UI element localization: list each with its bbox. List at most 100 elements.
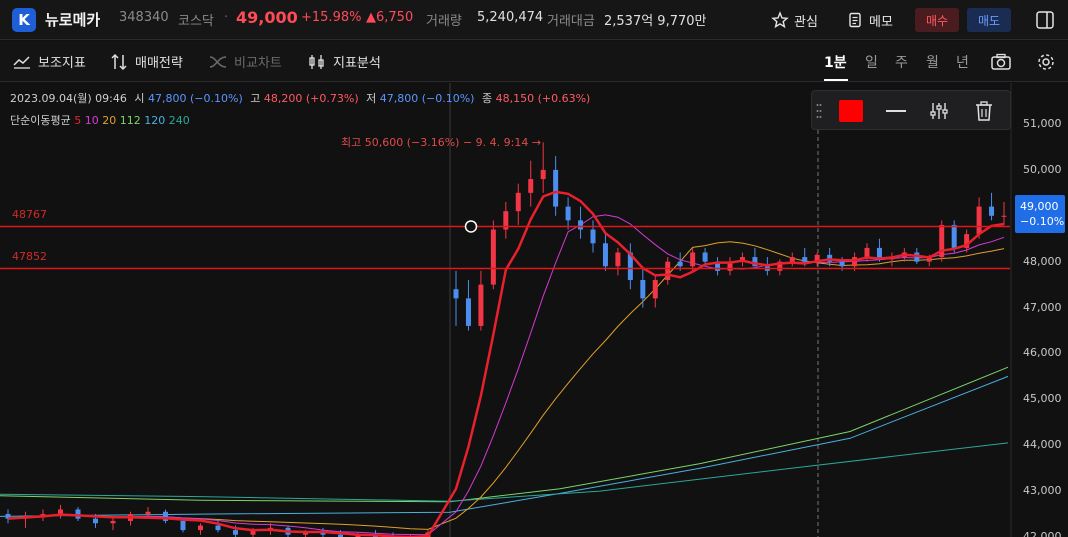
line-color-swatch[interactable]: [839, 100, 863, 122]
line-style-icon[interactable]: [884, 100, 908, 122]
watch-label: 관심: [794, 14, 818, 30]
indicator-icon: [13, 55, 30, 69]
candle-body: [180, 520, 186, 531]
period-year[interactable]: 년: [956, 52, 969, 72]
high-value: 48,200 (+0.73%): [263, 92, 359, 105]
camera-icon[interactable]: [990, 52, 1012, 72]
candle-body: [453, 289, 459, 299]
low-value: 47,800 (−0.10%): [379, 92, 475, 105]
ma-legend[interactable]: 단순이동평균 5 10 20 112 120 240: [10, 112, 190, 128]
y-axis-label: 47,000: [1023, 300, 1062, 314]
side-panel-icon[interactable]: [1034, 9, 1056, 31]
candle-body: [515, 192, 521, 212]
candle-body: [553, 169, 559, 207]
indicators-label: 보조지표: [38, 56, 86, 71]
y-axis-label: 42,000: [1023, 530, 1062, 537]
app-logo: K: [12, 8, 36, 32]
ohlc-info: 2023.09.04(월) 09:46 시 47,800 (−0.10%) 고 …: [10, 90, 590, 106]
top-bar: K 뉴로메카 348340 코스닥 · 49,000 +15.98% ▲6,75…: [0, 0, 1068, 40]
strategy-label: 매매전략: [135, 56, 183, 71]
candle-body: [478, 284, 484, 326]
trade-arrows-icon: [111, 53, 127, 70]
period-month[interactable]: 월: [926, 52, 939, 72]
y-axis-label: 46,000: [1023, 346, 1062, 360]
trash-icon[interactable]: [972, 100, 996, 122]
buy-button[interactable]: 매수: [915, 8, 959, 32]
analysis-label: 지표분석: [333, 56, 381, 71]
period-week[interactable]: 주: [895, 52, 908, 72]
price-chart[interactable]: [0, 83, 1068, 537]
drag-handle-icon[interactable]: [816, 103, 822, 119]
compare-icon: [209, 55, 227, 68]
info-datetime: 2023.09.04(월) 09:46: [10, 92, 127, 105]
candle-body: [989, 206, 995, 216]
y-axis-label: 51,000: [1023, 117, 1062, 130]
amount-value: 2,537억 9,770만: [604, 14, 707, 29]
settings-gear-icon[interactable]: [1036, 52, 1056, 72]
strategy-button[interactable]: 매매전략: [109, 52, 183, 71]
candle-body: [864, 247, 870, 258]
candle-body: [852, 257, 858, 267]
chart-toolbar: 보조지표 매매전략 비교차트 지표분석 1분 일 주 월 년: [0, 41, 1068, 82]
candle-body: [802, 257, 808, 262]
high-annotation: 최고 50,600 (−3.16%) − 9. 4. 9:14 →: [341, 136, 542, 149]
candlestick-icon: [309, 54, 324, 69]
volume-value: 5,240,474: [477, 10, 544, 25]
low-label: 저: [366, 92, 377, 105]
period-day[interactable]: 일: [865, 52, 878, 72]
y-axis-label: 43,000: [1023, 484, 1062, 498]
candle-body: [540, 169, 546, 180]
sell-button[interactable]: 매도: [967, 8, 1011, 32]
memo-icon: [849, 12, 861, 28]
candle-body: [640, 280, 646, 299]
period-1min[interactable]: 1분: [824, 52, 847, 72]
change-amount: ▲6,750: [366, 10, 414, 25]
stock-name[interactable]: 뉴로메카: [45, 9, 100, 30]
analysis-button[interactable]: 지표분석: [307, 52, 381, 71]
candle-body: [1001, 215, 1007, 217]
candle-body: [565, 206, 571, 221]
compare-button[interactable]: 비교차트: [208, 52, 282, 71]
candle-body: [652, 280, 658, 299]
close-label: 종: [481, 92, 493, 105]
candle-body: [690, 252, 696, 267]
candle-body: [951, 224, 957, 248]
hline-label-2: 47852: [12, 250, 47, 263]
candle-body: [702, 252, 708, 262]
ma-label: 단순이동평균: [10, 114, 71, 127]
candle-body: [93, 518, 98, 524]
candle-body: [110, 520, 116, 524]
ma-period-240: 240: [165, 114, 190, 127]
y-axis-label: 50,000: [1023, 162, 1062, 176]
active-period-underline: [824, 79, 848, 81]
open-value: 47,800 (−0.10%): [148, 92, 243, 105]
ma-112-line: [0, 366, 1009, 503]
candle-body: [789, 257, 795, 262]
memo-label: 메모: [869, 14, 893, 30]
current-price-tag: 49,000 −0.10%: [1015, 195, 1065, 233]
amount-label: 거래대금: [547, 14, 595, 29]
separator-dot: ·: [224, 10, 229, 25]
indicators-button[interactable]: 보조지표: [12, 52, 86, 71]
candle-body: [602, 243, 608, 267]
y-axis-label: 48,000: [1023, 254, 1062, 268]
hline-label-1: 48767: [12, 208, 47, 221]
candle-body: [145, 511, 151, 515]
candle-body: [665, 261, 671, 281]
volume-label: 거래량: [426, 14, 462, 29]
line-settings-icon[interactable]: [927, 100, 951, 122]
memo-button[interactable]: 메모: [846, 7, 893, 33]
y-axis-label: 45,000: [1023, 392, 1062, 406]
ma-period-112: 112: [116, 114, 141, 127]
watch-button[interactable]: 관심: [771, 7, 818, 33]
y-axis-label: 44,000: [1023, 438, 1062, 452]
candle-body: [590, 229, 596, 244]
ma-period-10: 10: [81, 114, 99, 127]
compare-label: 비교차트: [234, 56, 282, 71]
candle-body: [839, 261, 845, 267]
line-anchor-handle[interactable]: [464, 220, 478, 233]
candle-body: [578, 220, 584, 230]
candle-body: [677, 261, 683, 267]
close-value: 48,150 (+0.63%): [495, 92, 591, 105]
candle-body: [233, 530, 238, 535]
